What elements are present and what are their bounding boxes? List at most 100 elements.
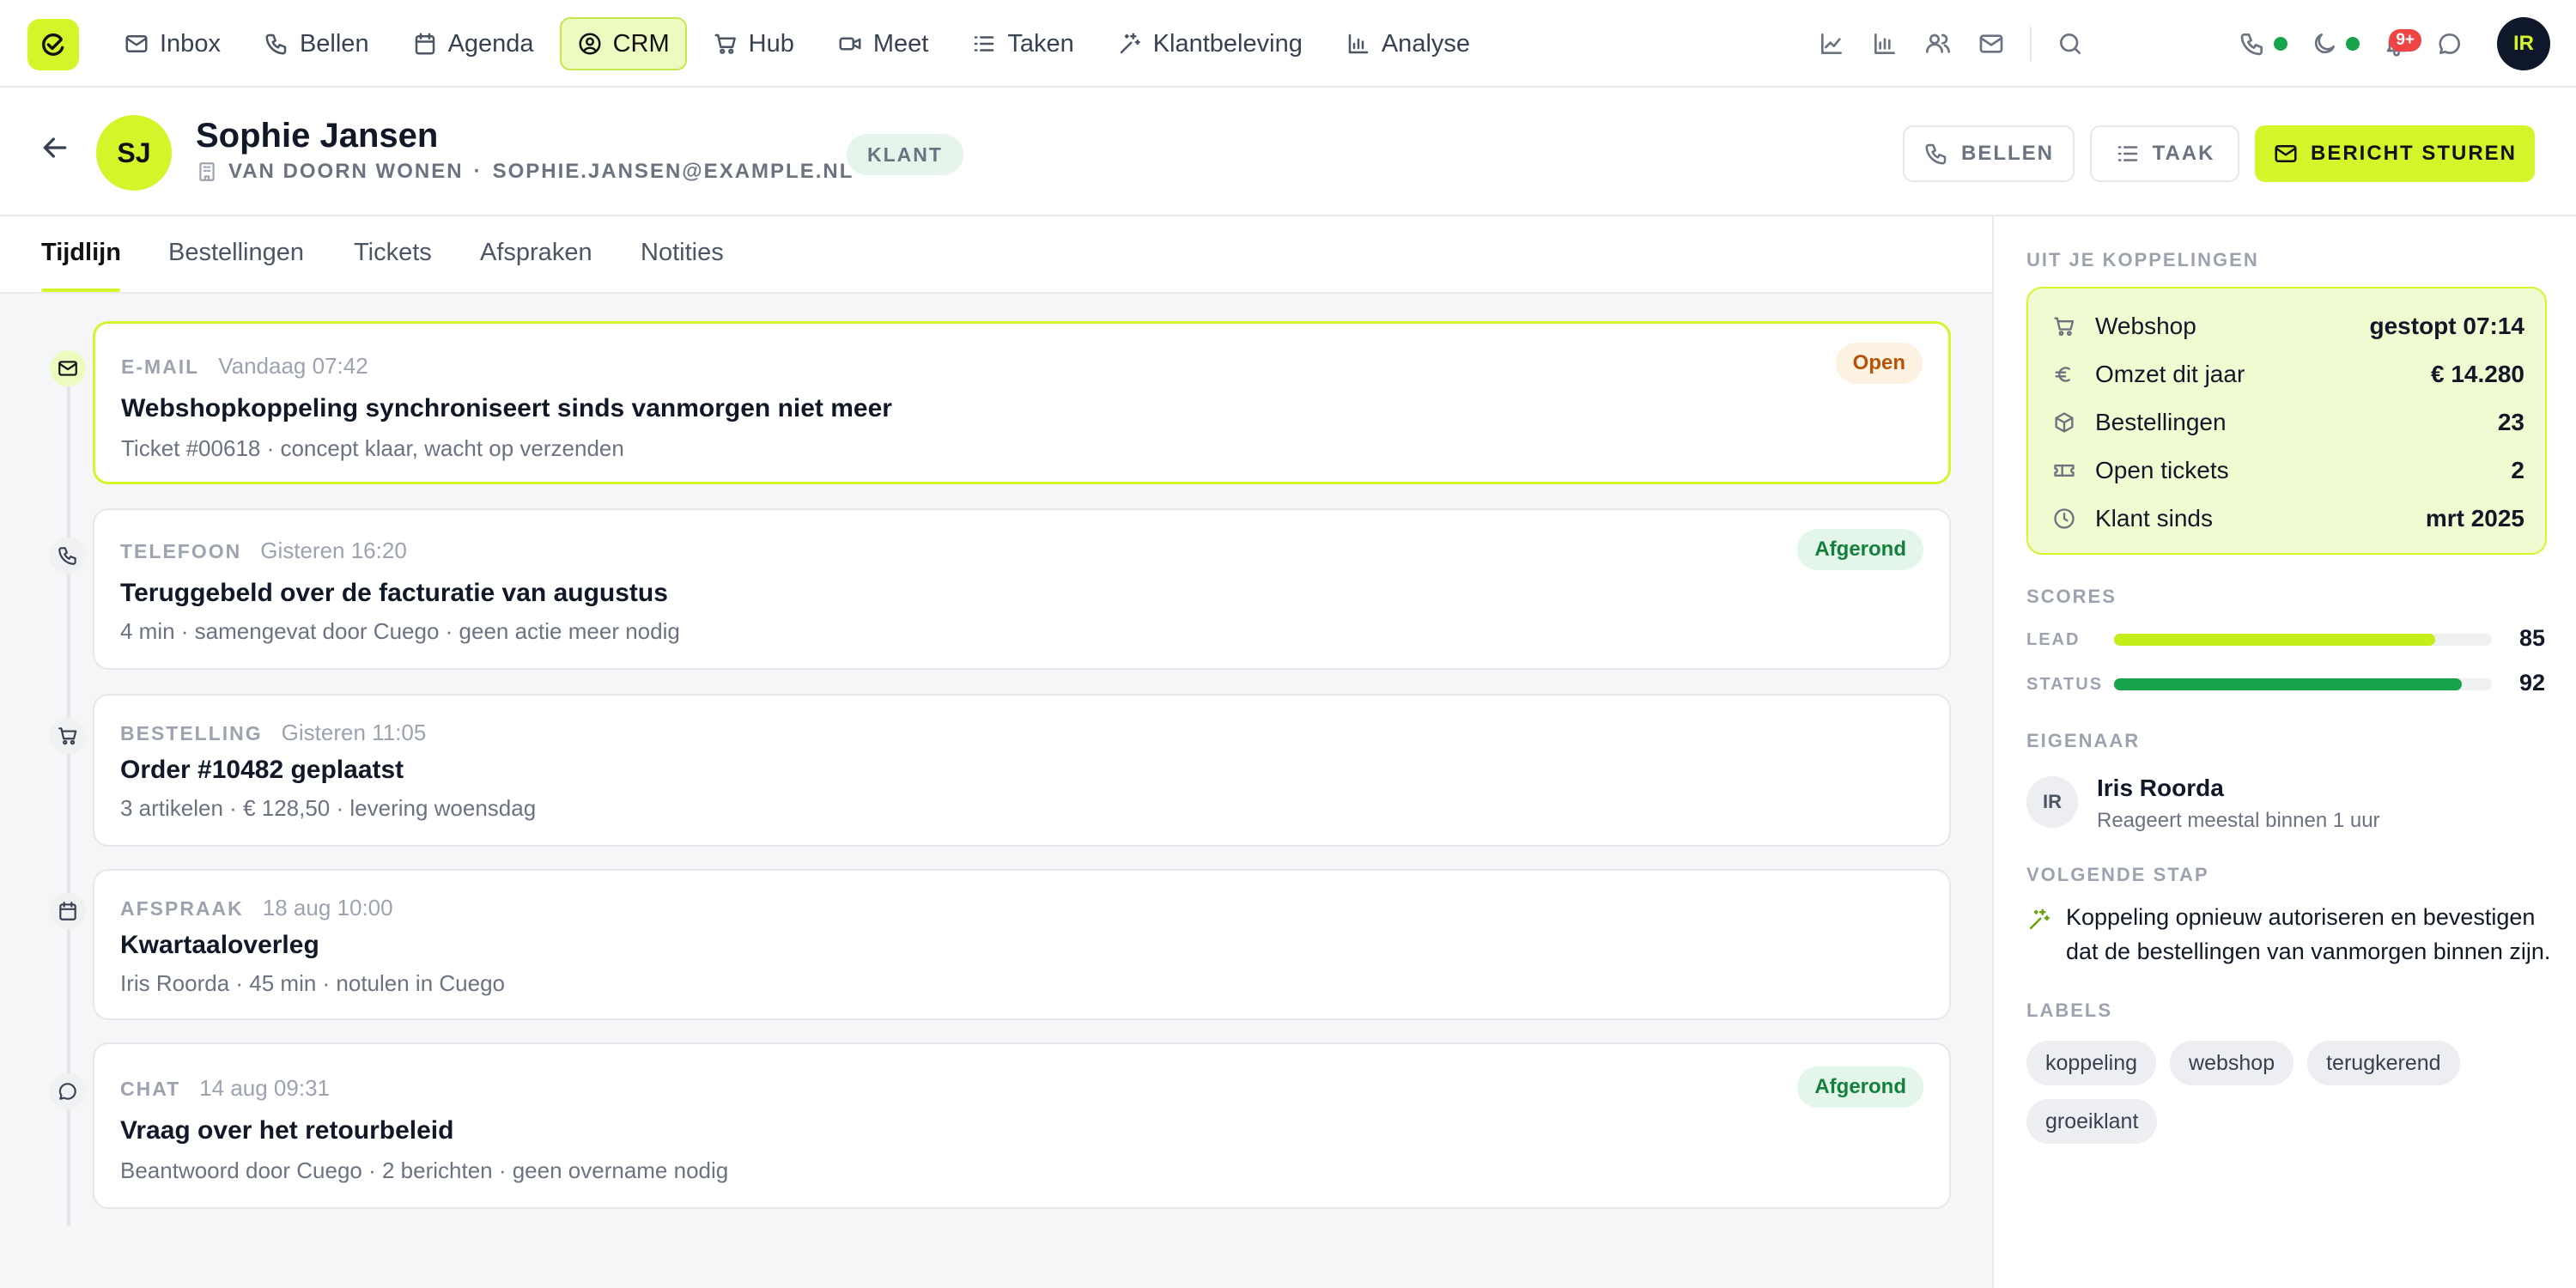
- label-chip[interactable]: groeiklant: [2026, 1099, 2158, 1144]
- users-icon[interactable]: [1911, 17, 1965, 70]
- contact-company: VAN DOORN WONEN: [228, 160, 464, 183]
- timeline-item[interactable]: CHAT 14 aug 09:31 Afgerond Vraag over het…: [93, 1042, 1951, 1209]
- integration-row: Omzet dit jaar € 14.280: [2052, 357, 2524, 392]
- integration-row: Open tickets 2: [2052, 453, 2524, 488]
- nav-item-agenda[interactable]: Agenda: [395, 17, 551, 70]
- nav-label: Klantbeleving: [1152, 29, 1303, 58]
- main-nav: Inbox Bellen Agenda CRM Hub Meet Taken K…: [106, 17, 1487, 70]
- notification-badge: 9+: [2389, 29, 2421, 52]
- mail-icon[interactable]: [1965, 17, 2018, 70]
- mail-icon: [2273, 141, 2299, 167]
- label-chip[interactable]: webshop: [2170, 1041, 2294, 1085]
- timeline-item[interactable]: TELEFOON Gisteren 16:20 Afgerond Teruggeb…: [93, 508, 1951, 670]
- avatar: IR: [2026, 776, 2078, 828]
- box-icon: [2052, 410, 2095, 434]
- contact-email[interactable]: SOPHIE.JANSEN@EXAMPLE.NL: [493, 160, 854, 184]
- item-description: 3 artikelen · € 128,50 · levering woensd…: [120, 795, 537, 821]
- item-description: 4 min · samengevat door Cuego · geen act…: [120, 618, 680, 644]
- cart-icon: [713, 31, 738, 57]
- integration-row: Bestellingen 23: [2052, 405, 2524, 440]
- cart-icon: [2052, 314, 2095, 338]
- phone-icon[interactable]: [2226, 17, 2279, 70]
- nav-label: Inbox: [160, 29, 221, 58]
- integration-value: 2: [2511, 457, 2524, 483]
- item-type: CHAT: [120, 1078, 181, 1100]
- call-button[interactable]: BELLEN: [1903, 125, 2075, 182]
- call-button-label: BELLEN: [1961, 142, 2054, 165]
- integrations-card: Webshop gestopt 07:14 Omzet dit jaar € 1…: [2026, 287, 2547, 555]
- item-meta: BESTELLING Gisteren 11:05: [120, 720, 426, 746]
- chat-icon[interactable]: [2423, 17, 2476, 70]
- integration-label: Omzet dit jaar: [2095, 361, 2245, 387]
- nav-item-meet[interactable]: Meet: [820, 17, 945, 70]
- toolbar-right: 9+ IR: [1805, 0, 2576, 88]
- nav-label: Bellen: [299, 29, 369, 58]
- search-icon[interactable]: [2044, 17, 2097, 70]
- nav-item-inbox[interactable]: Inbox: [106, 17, 238, 70]
- nav-item-hub[interactable]: Hub: [696, 17, 811, 70]
- euro-icon: [2052, 362, 2095, 386]
- task-button-label: TAAK: [2152, 142, 2215, 165]
- app-logo-icon[interactable]: [27, 19, 79, 70]
- next-step-title: VOLGENDE STAP: [2026, 864, 2209, 885]
- moon-icon[interactable]: [2298, 17, 2351, 70]
- owner-name[interactable]: Iris Roorda: [2097, 775, 2224, 802]
- list-icon: [2115, 141, 2141, 167]
- tab-notities[interactable]: Notities: [641, 239, 724, 267]
- timeline-item[interactable]: BESTELLING Gisteren 11:05 Order #10482 ge…: [93, 694, 1951, 847]
- sparkle-icon: [2026, 907, 2052, 933]
- user-avatar[interactable]: IR: [2497, 17, 2550, 70]
- item-description: Ticket #00618 · concept klaar, wacht op …: [121, 435, 624, 461]
- item-time: 18 aug 10:00: [262, 895, 393, 920]
- owner-note: Reageert meestal binnen 1 uur: [2097, 809, 2380, 832]
- integration-value: mrt 2025: [2425, 505, 2524, 532]
- video-icon: [837, 31, 863, 57]
- nav-item-crm[interactable]: CRM: [559, 17, 687, 70]
- item-title: Kwartaaloverleg: [120, 931, 319, 959]
- chat-icon: [50, 1073, 86, 1109]
- item-time: 14 aug 09:31: [199, 1075, 330, 1101]
- nav-item-bellen[interactable]: Bellen: [246, 17, 386, 70]
- nav-label: Taken: [1007, 29, 1074, 58]
- cart-icon: [50, 718, 86, 754]
- item-time: Gisteren 16:20: [260, 538, 407, 563]
- task-button[interactable]: TAAK: [2090, 125, 2239, 182]
- integration-value: gestopt 07:14: [2369, 313, 2525, 339]
- tab-tickets[interactable]: Tickets: [354, 239, 432, 267]
- item-description: Beantwoord door Cuego · 2 berichten · ge…: [120, 1157, 729, 1183]
- bar-chart-icon[interactable]: [1858, 17, 1911, 70]
- bar-chart-icon: [1346, 31, 1371, 57]
- label-chip[interactable]: koppeling: [2026, 1041, 2157, 1085]
- nav-item-analyse[interactable]: Analyse: [1328, 17, 1487, 70]
- send-message-button[interactable]: BERICHT STUREN: [2255, 125, 2535, 182]
- nav-item-taken[interactable]: Taken: [954, 17, 1091, 70]
- timeline-item[interactable]: AFSPRAAK 18 aug 10:00 Kwartaaloverleg Iri…: [93, 869, 1951, 1020]
- item-type: E-MAIL: [121, 355, 200, 378]
- bell-icon[interactable]: 9+: [2370, 17, 2423, 70]
- timeline-item[interactable]: E-MAIL Vandaag 07:42 Open Webshopkoppelin…: [93, 321, 1951, 484]
- sparkle-icon: [1117, 31, 1143, 57]
- top-bar: Inbox Bellen Agenda CRM Hub Meet Taken K…: [0, 0, 2576, 88]
- nav-label: CRM: [612, 29, 670, 58]
- score-label: LEAD: [2026, 630, 2081, 649]
- label-chip[interactable]: terugkerend: [2307, 1041, 2460, 1085]
- integration-label: Klant sinds: [2095, 505, 2213, 532]
- tab-bestellingen[interactable]: Bestellingen: [168, 239, 304, 267]
- calendar-icon: [412, 31, 438, 57]
- labels-title: LABELS: [2026, 999, 2112, 1021]
- back-arrow-icon[interactable]: [38, 131, 76, 168]
- item-description: Iris Roorda · 45 min · notulen in Cuego: [120, 970, 506, 996]
- phone-icon: [50, 538, 86, 574]
- integration-value: 23: [2497, 409, 2524, 435]
- lead-score-fill: [2114, 634, 2435, 646]
- integration-label: Webshop: [2095, 313, 2196, 339]
- phone-icon: [1923, 141, 1949, 167]
- tab-tijdlijn[interactable]: Tijdlijn: [41, 239, 121, 267]
- user-circle-icon: [577, 31, 603, 57]
- nav-label: Hub: [748, 29, 794, 58]
- tab-afspraken[interactable]: Afspraken: [480, 239, 592, 267]
- phone-icon: [264, 31, 289, 57]
- line-chart-icon[interactable]: [1805, 17, 1858, 70]
- nav-item-klantbeleving[interactable]: Klantbeleving: [1100, 17, 1320, 70]
- separator: ·: [473, 160, 483, 183]
